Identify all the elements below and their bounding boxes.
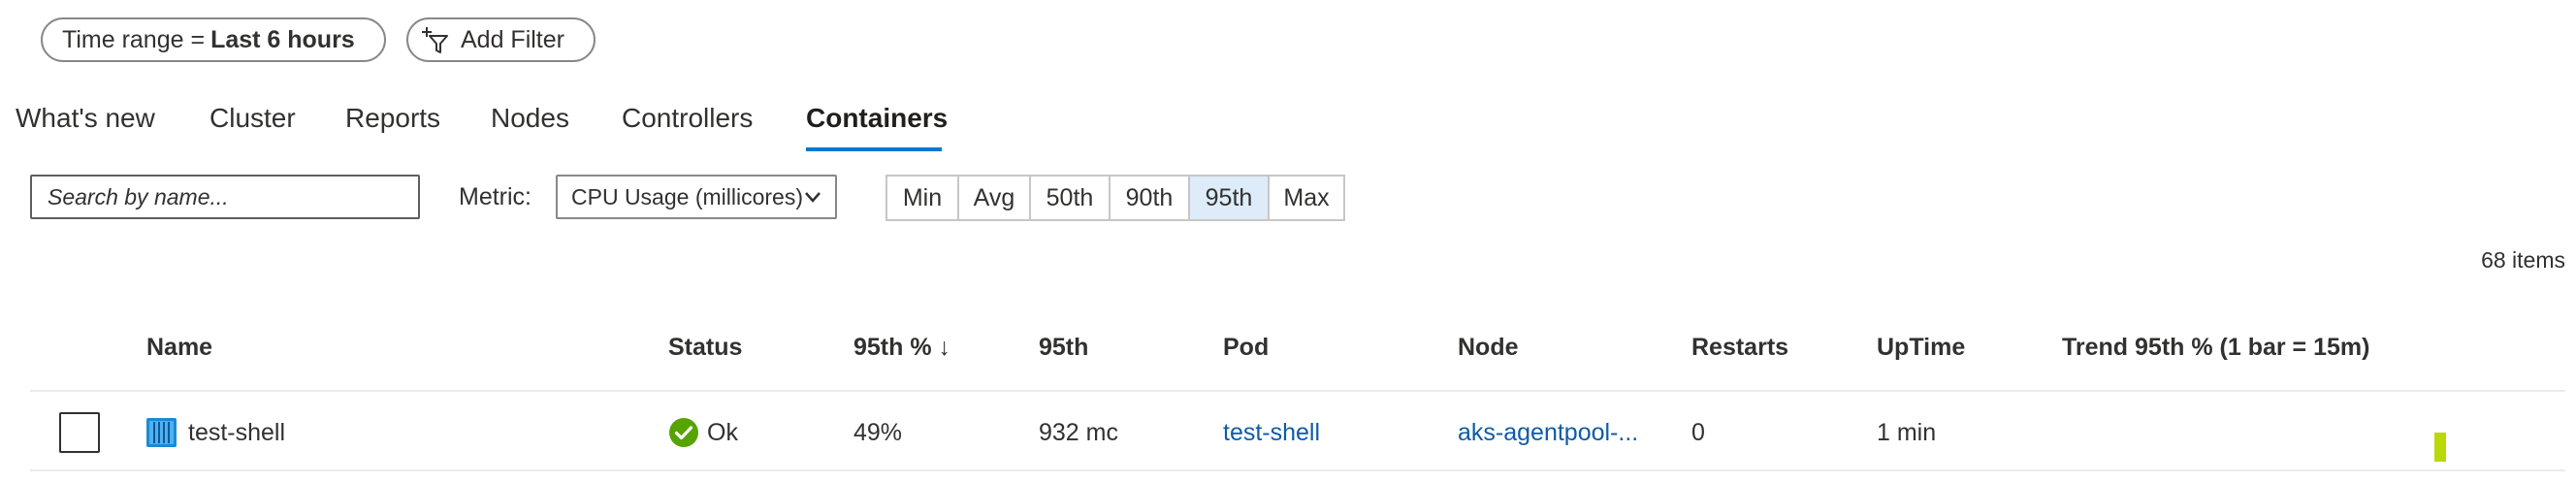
time-range-filter[interactable]: Time range = Last 6 hours bbox=[41, 17, 386, 62]
column-header-restarts[interactable]: Restarts bbox=[1691, 334, 1788, 362]
column-header-percent[interactable]: 95th % ↓ bbox=[853, 334, 950, 362]
row-pod-link[interactable]: test-shell bbox=[1223, 419, 1320, 447]
column-header-value[interactable]: 95th bbox=[1039, 334, 1088, 362]
metric-dropdown-value: CPU Usage (millicores) bbox=[571, 183, 803, 209]
tab-controllers[interactable]: Controllers bbox=[622, 103, 753, 134]
percentile-selector: Min Avg 50th 90th 95th Max bbox=[886, 175, 1345, 221]
percentile-min-button[interactable]: Min bbox=[886, 175, 959, 221]
row-status: Ok bbox=[707, 419, 738, 446]
container-icon bbox=[146, 418, 177, 447]
items-count: 68 items bbox=[2481, 247, 2565, 273]
search-input[interactable] bbox=[30, 175, 420, 219]
status-ok-icon bbox=[669, 418, 698, 447]
time-range-label: Time range = bbox=[62, 25, 206, 53]
tab-containers[interactable]: Containers bbox=[806, 103, 948, 134]
column-header-node[interactable]: Node bbox=[1458, 334, 1519, 362]
trend-bar bbox=[2434, 433, 2446, 462]
column-header-status[interactable]: Status bbox=[668, 334, 742, 362]
row-restarts: 0 bbox=[1691, 419, 1705, 446]
row-percent: 49% bbox=[853, 419, 903, 446]
row-node-link[interactable]: aks-agentpool-... bbox=[1458, 419, 1638, 447]
percentile-95th-button[interactable]: 95th bbox=[1188, 175, 1270, 221]
row-value: 932 mc bbox=[1039, 419, 1118, 446]
percentile-90th-button[interactable]: 90th bbox=[1109, 175, 1190, 221]
metric-label: Metric: bbox=[459, 183, 531, 210]
column-header-pod[interactable]: Pod bbox=[1223, 334, 1269, 362]
row-uptime: 1 min bbox=[1877, 419, 1937, 446]
row-divider bbox=[30, 469, 2565, 471]
tab-cluster[interactable]: Cluster bbox=[209, 103, 296, 134]
row-name: test-shell bbox=[188, 419, 286, 446]
add-filter-icon bbox=[422, 27, 448, 53]
column-header-name[interactable]: Name bbox=[146, 334, 212, 362]
add-filter-label: Add Filter bbox=[461, 25, 564, 53]
metric-dropdown[interactable]: CPU Usage (millicores) bbox=[556, 175, 837, 219]
tab-nodes[interactable]: Nodes bbox=[491, 103, 569, 134]
add-filter-button[interactable]: Add Filter bbox=[406, 17, 596, 62]
tab-reports[interactable]: Reports bbox=[345, 103, 440, 134]
active-tab-indicator bbox=[806, 147, 942, 151]
row-checkbox[interactable] bbox=[59, 412, 100, 453]
column-header-uptime[interactable]: UpTime bbox=[1877, 334, 1965, 362]
tab-whats-new[interactable]: What's new bbox=[16, 103, 155, 134]
time-range-value: Last 6 hours bbox=[210, 25, 355, 53]
percentile-50th-button[interactable]: 50th bbox=[1029, 175, 1111, 221]
header-divider bbox=[30, 390, 2565, 392]
percentile-avg-button[interactable]: Avg bbox=[957, 175, 1031, 221]
percentile-max-button[interactable]: Max bbox=[1268, 175, 1345, 221]
chevron-down-icon bbox=[805, 192, 821, 203]
column-header-trend[interactable]: Trend 95th % (1 bar = 15m) bbox=[2062, 334, 2369, 362]
